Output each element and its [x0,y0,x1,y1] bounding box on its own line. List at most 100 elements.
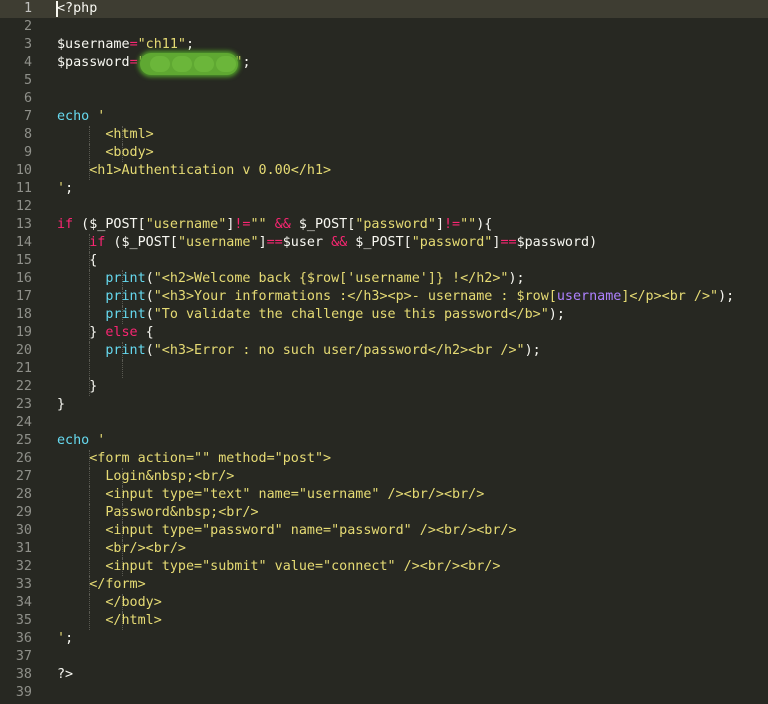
code-token-keyword: if [57,217,74,232]
code-line[interactable]: 14 if ($_POST["username"]==$user && $_PO… [0,234,768,252]
code-line[interactable]: 19 } else { [0,324,768,342]
line-code[interactable]: Login&nbsp;<br/> [57,468,234,486]
code-token-text: ] [258,235,267,250]
code-line[interactable]: 6 [0,90,768,108]
line-code[interactable]: <input type="text" name="username" /><br… [57,486,484,504]
line-number: 9 [23,145,32,160]
line-code[interactable]: <h1>Authentication v 0.00</h1> [57,162,331,180]
line-code[interactable]: </form> [57,576,145,594]
code-line[interactable]: 2 [0,18,768,36]
code-line[interactable]: 11 '; [0,180,768,198]
line-code[interactable]: echo ' [57,432,105,450]
code-line[interactable]: 27 Login&nbsp;<br/> [0,468,768,486]
code-token-text: { [57,253,98,268]
line-code[interactable]: echo ' [57,108,105,126]
code-editor[interactable]: 1<?php23$username="ch11";4 $password=" ";… [0,0,768,704]
code-line[interactable]: 20 print("<h3>Error : no such user/passw… [0,342,768,360]
code-token-string: "" [460,217,477,232]
code-line[interactable]: 13 if ($_POST["username"]!="" && $_POST["… [0,216,768,234]
code-line[interactable]: 5 [0,72,768,90]
line-code[interactable]: print("<h3>Error : no such user/password… [57,342,540,360]
line-number: 19 [15,325,32,340]
code-token-string: "password" [411,235,493,250]
line-code[interactable]: print("To validate the challenge use thi… [57,306,565,324]
line-code[interactable]: '; [57,180,73,198]
code-line[interactable]: 21 [0,360,768,378]
line-number: 18 [15,307,32,322]
line-code[interactable]: <form action="" method="post"> [57,450,331,468]
indent-guide [121,360,123,378]
line-code[interactable]: <br/><br/> [57,540,186,558]
code-line[interactable]: 22 } [0,378,768,396]
code-line[interactable]: 30 <input type="password" name="password… [0,522,768,540]
line-code[interactable]: '; [57,630,73,648]
line-code[interactable]: $username="ch11"; [57,36,194,54]
code-line[interactable]: 16 print("<h2>Welcome back {$row['userna… [0,270,768,288]
line-code[interactable]: <body> [57,144,153,162]
line-number: 21 [15,361,32,376]
line-number: 14 [15,235,32,250]
code-token-text: } [57,379,98,394]
line-code[interactable]: <html> [57,126,154,144]
line-code[interactable]: ?> [57,666,73,684]
code-line[interactable]: 17 print("<h3>Your informations :</h3><p… [0,288,768,306]
code-line[interactable]: 15 { [0,252,768,270]
code-line[interactable]: 7 echo ' [0,108,768,126]
code-token-string: "password" [355,217,436,232]
line-code[interactable]: <input type="submit" value="connect" /><… [57,558,500,576]
code-line[interactable]: 1 <?php [0,0,768,18]
code-token-text: ){ [476,217,493,232]
line-code[interactable]: } [57,378,97,396]
line-number: 28 [15,487,32,502]
line-code[interactable]: print("<h2>Welcome back {$row['username'… [57,270,524,288]
line-code[interactable]: <input type="password" name="password" /… [57,522,516,540]
line-number: 4 [23,55,32,70]
code-token-text: ] [435,217,444,232]
code-line[interactable]: 35 </html> [0,612,768,630]
line-code[interactable]: </html> [57,612,162,630]
code-line[interactable]: 24 [0,414,768,432]
code-line[interactable]: 31 <br/><br/> [0,540,768,558]
code-line[interactable]: 34 </body> [0,594,768,612]
line-number: 25 [15,433,32,448]
code-line[interactable]: 32 <input type="submit" value="connect" … [0,558,768,576]
code-line[interactable]: 36 '; [0,630,768,648]
code-line[interactable]: 9 <body> [0,144,768,162]
line-code[interactable]: if ($_POST["username"]!="" && $_POST["pa… [57,216,492,234]
code-line[interactable]: 23} [0,396,768,414]
code-token-string: </html> [57,613,162,628]
code-line[interactable]: 18 print("To validate the challenge use … [0,306,768,324]
line-code[interactable]: Password&nbsp;<br/> [57,504,258,522]
code-line[interactable]: 25 echo ' [0,432,768,450]
line-number: 32 [15,559,32,574]
code-line[interactable]: 8 <html> [0,126,768,144]
line-code[interactable]: $password=" "; [57,53,251,75]
line-number: 24 [15,415,32,430]
code-line[interactable]: 10 <h1>Authentication v 0.00</h1> [0,162,768,180]
code-token-string: </body> [57,595,162,610]
code-line[interactable]: 37 [0,648,768,666]
line-code[interactable]: </body> [57,594,162,612]
line-code[interactable]: { [57,252,97,270]
code-token-string: Login&nbsp;<br/> [57,469,235,484]
code-line[interactable]: 26 <form action="" method="post"> [0,450,768,468]
code-line[interactable]: 12 [0,198,768,216]
line-code[interactable]: print("<h3>Your informations :</h3><p>- … [57,288,734,306]
line-code[interactable]: } [57,396,65,414]
code-line[interactable]: 3 $username="ch11"; [0,36,768,54]
line-code[interactable]: if ($_POST["username"]==$user && $_POST[… [57,234,597,252]
line-number: 37 [15,649,32,664]
code-token-string: <html> [57,127,154,142]
code-token-text: $password) [516,235,598,250]
line-number: 8 [23,127,32,142]
code-line[interactable]: 33 </form> [0,576,768,594]
code-line[interactable]: 4 $password=" "; [0,53,768,75]
code-line[interactable]: 39 [0,684,768,702]
line-code[interactable]: <?php [57,0,97,18]
code-line[interactable]: 29 Password&nbsp;<br/> [0,504,768,522]
code-line[interactable]: 38 ?> [0,666,768,684]
line-code[interactable]: } else { [57,324,154,342]
code-token-string: ' [89,433,106,448]
line-number: 27 [15,469,32,484]
code-line[interactable]: 28 <input type="text" name="username" />… [0,486,768,504]
